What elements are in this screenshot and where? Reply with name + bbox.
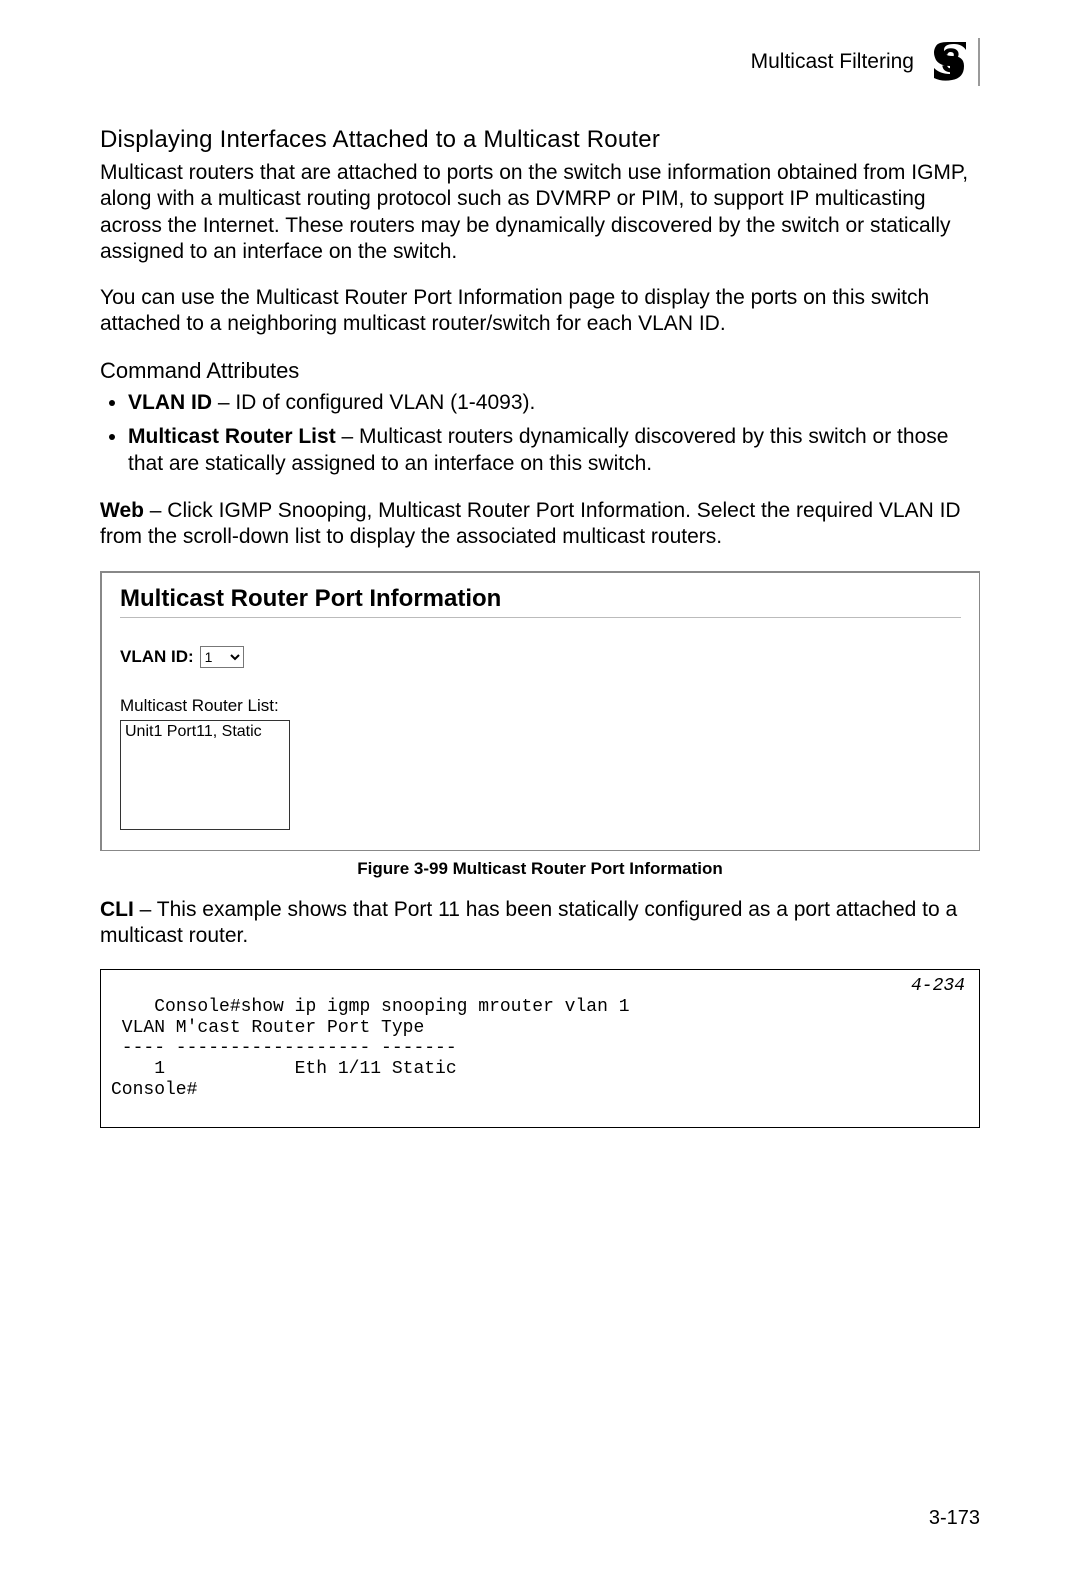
cli-prefix: CLI	[100, 898, 134, 921]
panel-divider	[120, 617, 961, 618]
svg-text:3: 3	[942, 42, 961, 80]
attribute-item-multicast-router-list: Multicast Router List – Multicast router…	[128, 424, 980, 478]
cli-output-box: 4-234 Console#show ip igmp snooping mrout…	[100, 969, 980, 1128]
page-header: Multicast Filtering 3	[100, 38, 980, 86]
cli-text: – This example shows that Port 11 has be…	[100, 898, 957, 947]
multicast-router-list-entry[interactable]: Unit1 Port11, Static	[125, 723, 285, 741]
header-section-title: Multicast Filtering	[751, 50, 914, 74]
section-heading: Displaying Interfaces Attached to a Mult…	[100, 126, 980, 154]
web-instructions: Web – Click IGMP Snooping, Multicast Rou…	[100, 498, 980, 551]
chapter-badge: 3	[926, 38, 980, 86]
cli-page-ref: 4-234	[911, 976, 965, 997]
multicast-router-list-box[interactable]: Unit1 Port11, Static	[120, 720, 290, 830]
chapter-number-icon: 3	[930, 42, 972, 82]
attr-name: Multicast Router List	[128, 425, 336, 448]
ui-screenshot-panel: Multicast Router Port Information VLAN I…	[100, 571, 980, 851]
page-number: 3-173	[929, 1507, 980, 1530]
attr-desc: – ID of configured VLAN (1-4093).	[212, 391, 535, 414]
attribute-item-vlan-id: VLAN ID – ID of configured VLAN (1-4093)…	[128, 390, 980, 417]
intro-paragraph-2: You can use the Multicast Router Port In…	[100, 285, 980, 338]
cli-description: CLI – This example shows that Port 11 ha…	[100, 897, 980, 950]
vlan-id-select[interactable]: 1	[200, 646, 244, 668]
intro-paragraph-1: Multicast routers that are attached to p…	[100, 160, 980, 265]
multicast-router-list-label: Multicast Router List:	[120, 696, 961, 716]
attribute-list: VLAN ID – ID of configured VLAN (1-4093)…	[100, 390, 980, 479]
web-prefix: Web	[100, 499, 144, 522]
panel-title: Multicast Router Port Information	[120, 585, 961, 613]
attr-name: VLAN ID	[128, 391, 212, 414]
figure-caption: Figure 3-99 Multicast Router Port Inform…	[100, 859, 980, 879]
cli-output-text: Console#show ip igmp snooping mrouter vl…	[111, 997, 630, 1100]
web-text: – Click IGMP Snooping, Multicast Router …	[100, 499, 961, 548]
command-attributes-heading: Command Attributes	[100, 358, 980, 384]
vlan-id-label: VLAN ID:	[120, 647, 194, 667]
